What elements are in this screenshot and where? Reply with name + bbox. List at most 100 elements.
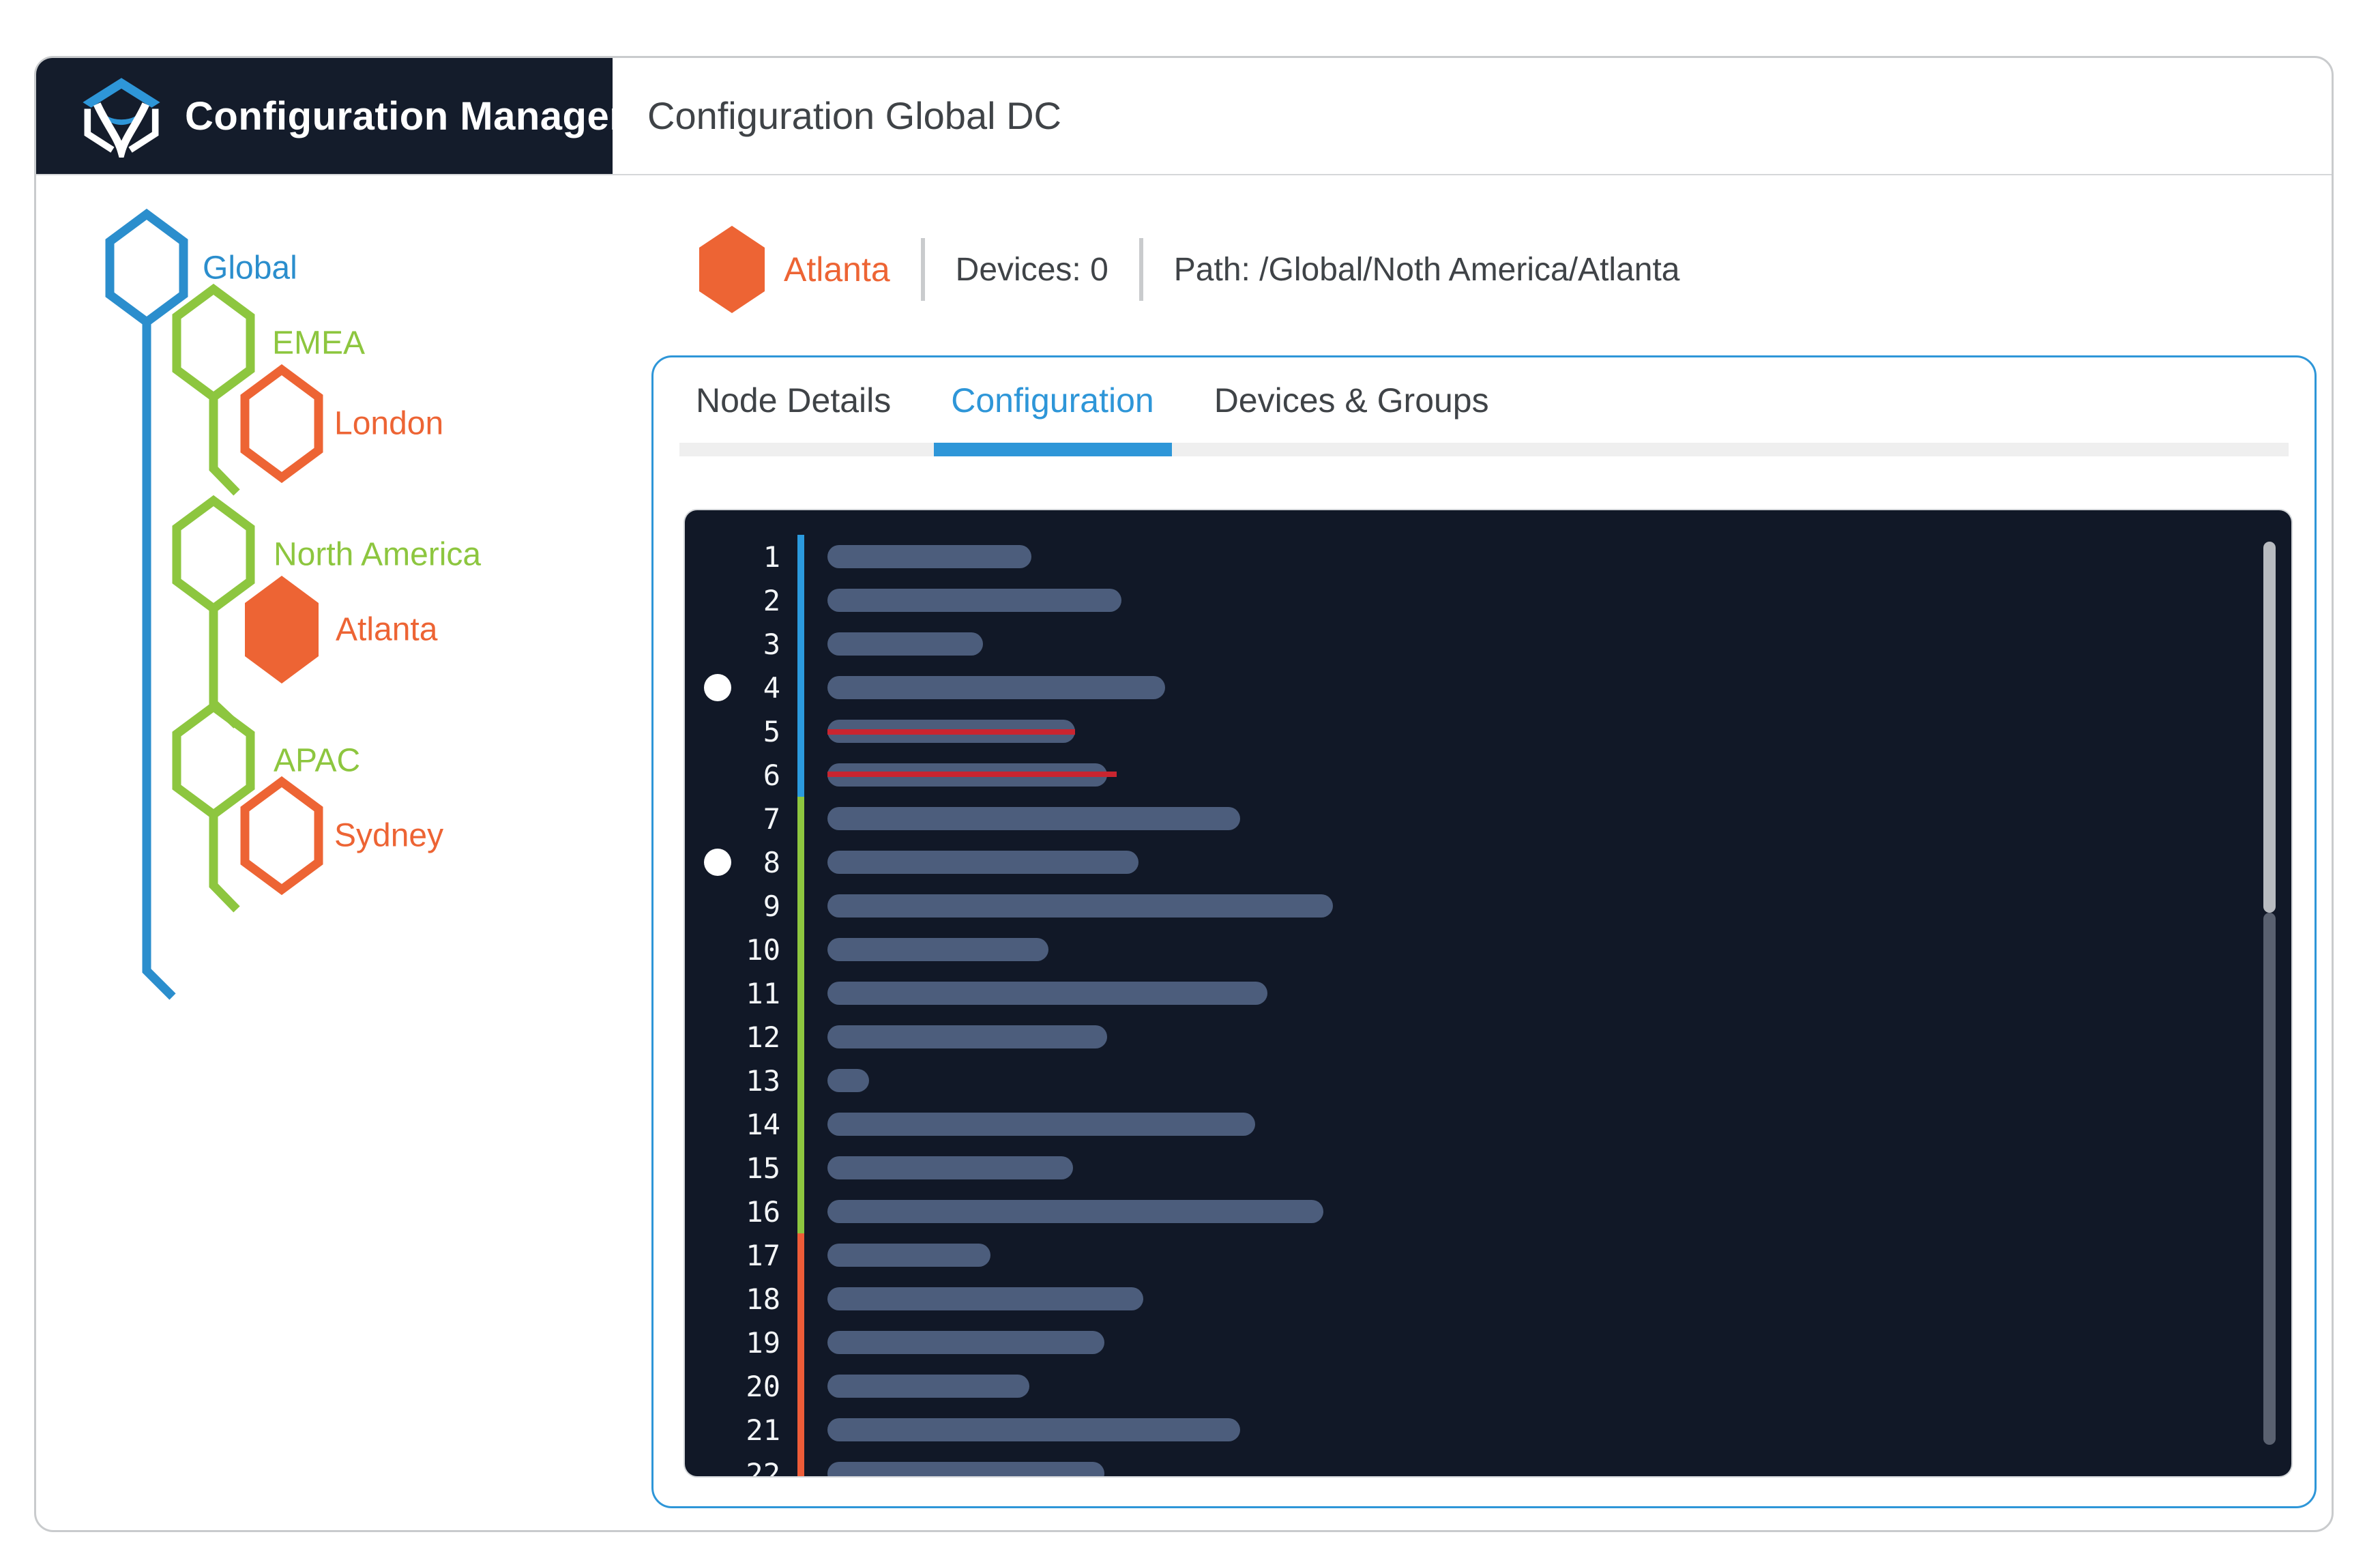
scrollbar-thumb[interactable] <box>2263 542 2276 913</box>
code-placeholder-bar <box>827 1069 869 1092</box>
tree-node-sydney-hex-icon[interactable] <box>240 776 323 896</box>
tree-connector-apac <box>209 814 240 913</box>
editor-line: 12 <box>685 1015 2291 1059</box>
tree-label-atlanta[interactable]: Atlanta <box>336 611 437 649</box>
app-window: Global EMEA London North America Atlanta… <box>0 0 2380 1556</box>
change-strip <box>797 1190 804 1233</box>
editor-gutter: 15 <box>685 1146 797 1190</box>
editor-gutter: 21 <box>685 1408 797 1452</box>
tree-node-global-hex-icon[interactable] <box>105 208 188 328</box>
tab-node-details[interactable]: Node Details <box>696 381 891 420</box>
node-header: Atlanta Devices: 0 Path: /Global/Noth Am… <box>699 226 1680 313</box>
code-placeholder-bar <box>827 1331 1104 1354</box>
editor-line: 18 <box>685 1277 2291 1321</box>
code-placeholder-bar <box>827 1287 1143 1310</box>
editor-gutter: 17 <box>685 1233 797 1277</box>
line-number: 3 <box>763 627 780 661</box>
code-placeholder-bar <box>827 851 1138 874</box>
selected-node-name: Atlanta <box>784 250 890 289</box>
gutter-marker-icon[interactable] <box>704 674 731 701</box>
code-placeholder-bar <box>827 938 1048 961</box>
change-strip <box>797 1015 804 1059</box>
line-number: 15 <box>746 1151 780 1185</box>
tree-label-sydney[interactable]: Sydney <box>334 817 443 855</box>
change-strip <box>797 1277 804 1321</box>
tree-label-north-america[interactable]: North America <box>274 536 481 574</box>
code-placeholder-bar <box>827 763 1117 787</box>
editor-line: 15 <box>685 1146 2291 1190</box>
change-strip <box>797 971 804 1015</box>
code-placeholder-bar <box>827 589 1121 612</box>
code-placeholder-bar <box>827 1418 1240 1441</box>
line-number: 19 <box>746 1325 780 1360</box>
change-strip <box>797 622 804 666</box>
editor-gutter: 18 <box>685 1277 797 1321</box>
tab-configuration[interactable]: Configuration <box>951 381 1154 420</box>
code-placeholder-bar <box>827 1244 990 1267</box>
line-number: 21 <box>746 1413 780 1447</box>
devices-count: Devices: 0 <box>955 251 1108 288</box>
change-strip <box>797 1321 804 1364</box>
editor-gutter: 3 <box>685 622 797 666</box>
code-placeholder-bar <box>827 720 1075 743</box>
editor-line: 3 <box>685 622 2291 666</box>
line-number: 5 <box>763 714 780 748</box>
editor-line: 4 <box>685 666 2291 709</box>
gutter-marker-icon[interactable] <box>704 849 731 876</box>
tree-node-apac-hex-icon[interactable] <box>172 701 255 821</box>
editor-line: 21 <box>685 1408 2291 1452</box>
tree-label-global[interactable]: Global <box>203 250 297 287</box>
selected-node-hex-icon <box>699 226 765 313</box>
divider <box>920 238 925 301</box>
editor-gutter: 5 <box>685 709 797 753</box>
editor-line: 10 <box>685 928 2291 971</box>
tree-connector-emea <box>209 397 240 496</box>
editor-gutter: 19 <box>685 1321 797 1364</box>
tab-bar: Node Details Configuration Devices & Gro… <box>653 357 2315 443</box>
code-placeholder-bar <box>827 1375 1029 1398</box>
tree-label-apac[interactable]: APAC <box>274 742 360 780</box>
tree-label-london[interactable]: London <box>334 405 443 443</box>
change-strip <box>797 1452 804 1476</box>
code-placeholder-bar <box>827 1200 1323 1223</box>
editor-gutter: 6 <box>685 753 797 797</box>
editor-line: 7 <box>685 797 2291 840</box>
tree-node-emea-hex-icon[interactable] <box>172 283 255 403</box>
tree-label-emea[interactable]: EMEA <box>272 325 365 362</box>
editor-line: 13 <box>685 1059 2291 1102</box>
tree-node-north-america-hex-icon[interactable] <box>172 495 255 615</box>
change-strip <box>797 1146 804 1190</box>
active-tab-indicator <box>934 443 1172 456</box>
line-number: 14 <box>746 1107 780 1141</box>
editor-gutter: 13 <box>685 1059 797 1102</box>
editor-gutter: 4 <box>685 666 797 709</box>
line-number: 2 <box>763 583 780 617</box>
content-panel: Node Details Configuration Devices & Gro… <box>651 355 2317 1508</box>
editor-line: 9 <box>685 884 2291 928</box>
editor-line: 8 <box>685 840 2291 884</box>
scrollbar-track[interactable] <box>2263 913 2276 1445</box>
error-strike-line <box>827 772 1117 777</box>
code-placeholder-bar <box>827 1113 1255 1136</box>
editor-line: 16 <box>685 1190 2291 1233</box>
editor-gutter: 8 <box>685 840 797 884</box>
code-editor[interactable]: 1 2 3 4 5 6 7 8 9 10 11 12 13 14 15 16 17 18 19 20 21 22 <box>685 510 2291 1476</box>
line-number: 12 <box>746 1020 780 1054</box>
line-number: 7 <box>763 802 780 836</box>
line-number: 1 <box>763 540 780 574</box>
tab-devices-groups[interactable]: Devices & Groups <box>1214 381 1489 420</box>
page-title: Configuration Global DC <box>647 94 1061 137</box>
divider <box>1138 238 1143 301</box>
editor-line: 20 <box>685 1364 2291 1408</box>
tree-node-london-hex-icon[interactable] <box>240 364 323 484</box>
code-placeholder-bar <box>827 632 983 656</box>
change-strip <box>797 535 804 578</box>
change-strip <box>797 1408 804 1452</box>
editor-line: 14 <box>685 1102 2291 1146</box>
top-bar: Configuration Manager Configuration Glob… <box>36 58 2332 175</box>
tree-node-atlanta-hex-icon[interactable] <box>245 576 319 684</box>
change-strip <box>797 884 804 928</box>
line-number: 10 <box>746 933 780 967</box>
code-placeholder-bar <box>827 1025 1107 1048</box>
change-strip <box>797 797 804 840</box>
